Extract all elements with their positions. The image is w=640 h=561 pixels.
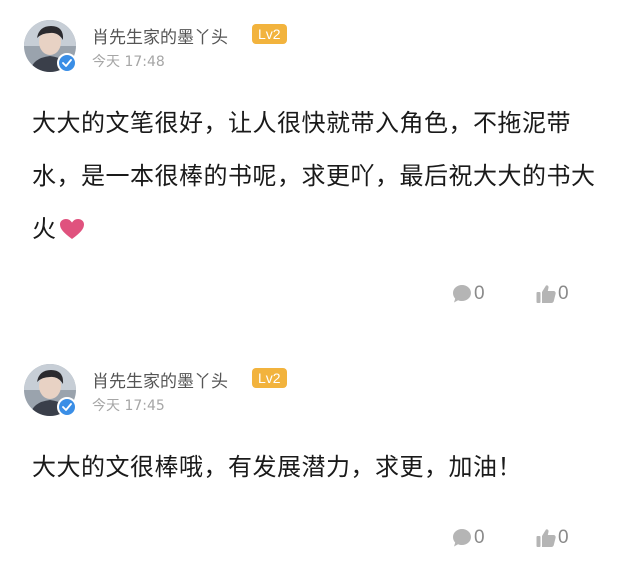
verified-icon (57, 53, 77, 73)
level-badge: Lv2 (252, 368, 287, 388)
reply-button[interactable]: 0 (451, 527, 485, 549)
like-count: 0 (558, 527, 569, 548)
level-badge: Lv2 (252, 24, 287, 44)
avatar[interactable] (24, 20, 77, 73)
username[interactable]: 肖先生家的墨丫头 (92, 23, 228, 48)
like-button[interactable]: 0 (535, 527, 569, 549)
avatar[interactable] (24, 364, 77, 417)
comment-text-body: 大大的文笔很好，让人很快就带入角色，不拖泥带水，是一本很棒的书呢，求更吖，最后祝… (32, 109, 596, 243)
reply-count: 0 (474, 283, 485, 304)
thumbs-up-icon (536, 285, 556, 303)
heart-icon (59, 219, 84, 239)
comment-text: 大大的文很棒哦，有发展潜力，求更，加油！ (32, 453, 522, 481)
timestamp: 今天 17:48 (92, 54, 165, 70)
reply-button[interactable]: 0 (451, 283, 485, 305)
username[interactable]: 肖先生家的墨丫头 (92, 367, 228, 392)
like-button[interactable]: 0 (535, 283, 569, 305)
reply-count: 0 (474, 527, 485, 548)
thumbs-up-icon (536, 529, 556, 547)
comment-text: 大大的文笔很好，让人很快就带入角色，不拖泥带水，是一本很棒的书呢，求更吖，最后祝… (32, 97, 612, 256)
verified-icon (57, 397, 77, 417)
like-count: 0 (558, 283, 569, 304)
timestamp: 今天 17:45 (92, 398, 165, 414)
comment-icon (453, 529, 471, 547)
comment-icon (453, 285, 471, 303)
